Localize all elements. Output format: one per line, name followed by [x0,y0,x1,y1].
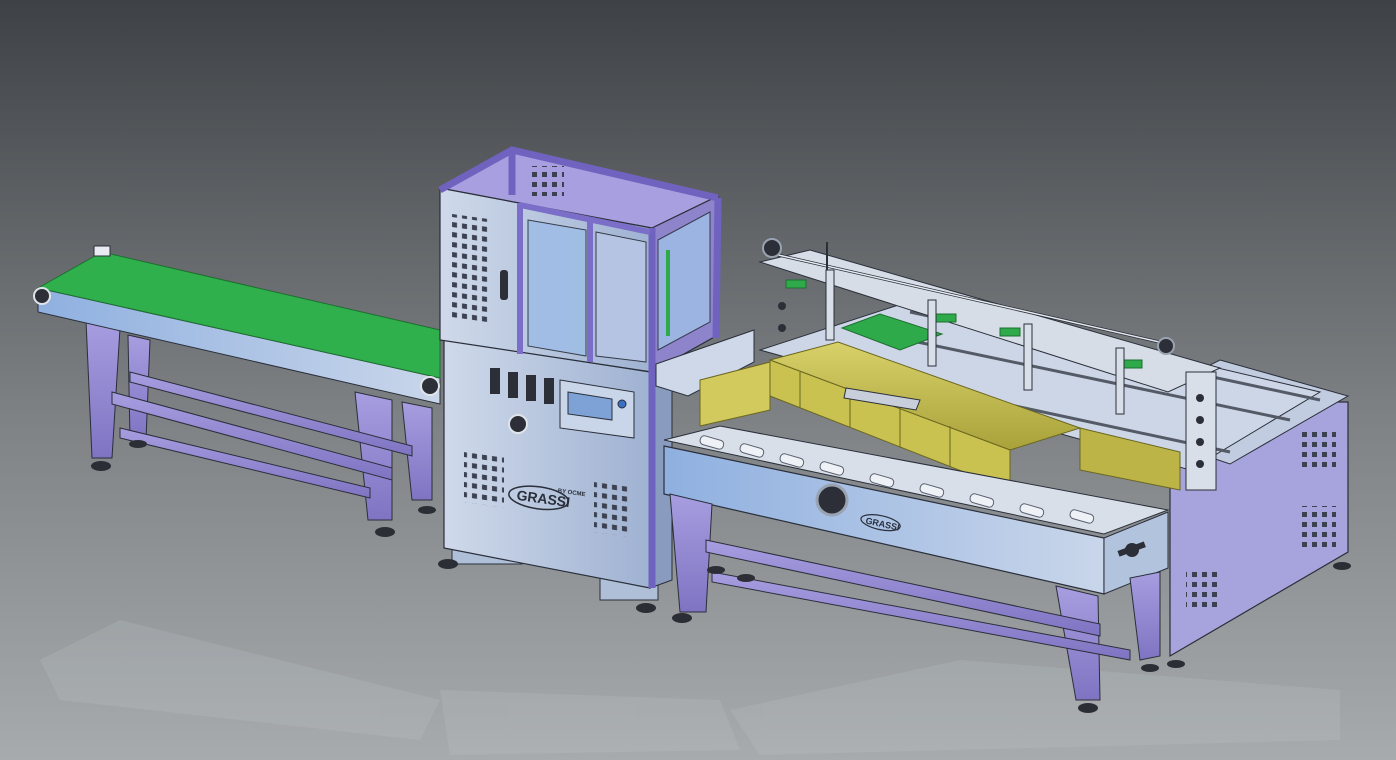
cad-scene: GRASSI BY OCME GRASSI [0,0,1396,760]
handwheel-icon[interactable] [1157,337,1175,355]
vent-grid [1186,570,1222,610]
door-handle-icon[interactable] [500,270,508,300]
vent-grid [594,482,630,538]
emergency-stop-icon[interactable] [508,414,528,434]
infeed-roller-icon [420,376,440,396]
cabinet-window-left [527,219,587,357]
handwheel-icon[interactable] [815,483,849,517]
panel-knob-icon[interactable] [617,399,627,409]
vent-grid [464,452,504,508]
vent-grid [452,214,488,324]
infeed-sensor-icon [93,245,111,257]
vent-grid [1300,428,1336,472]
infeed-roller-icon [33,287,51,305]
cabinet-window-right [595,231,647,363]
handwheel-icon[interactable] [762,238,782,258]
vent-grid [530,166,564,196]
vent-grid [1300,506,1336,550]
